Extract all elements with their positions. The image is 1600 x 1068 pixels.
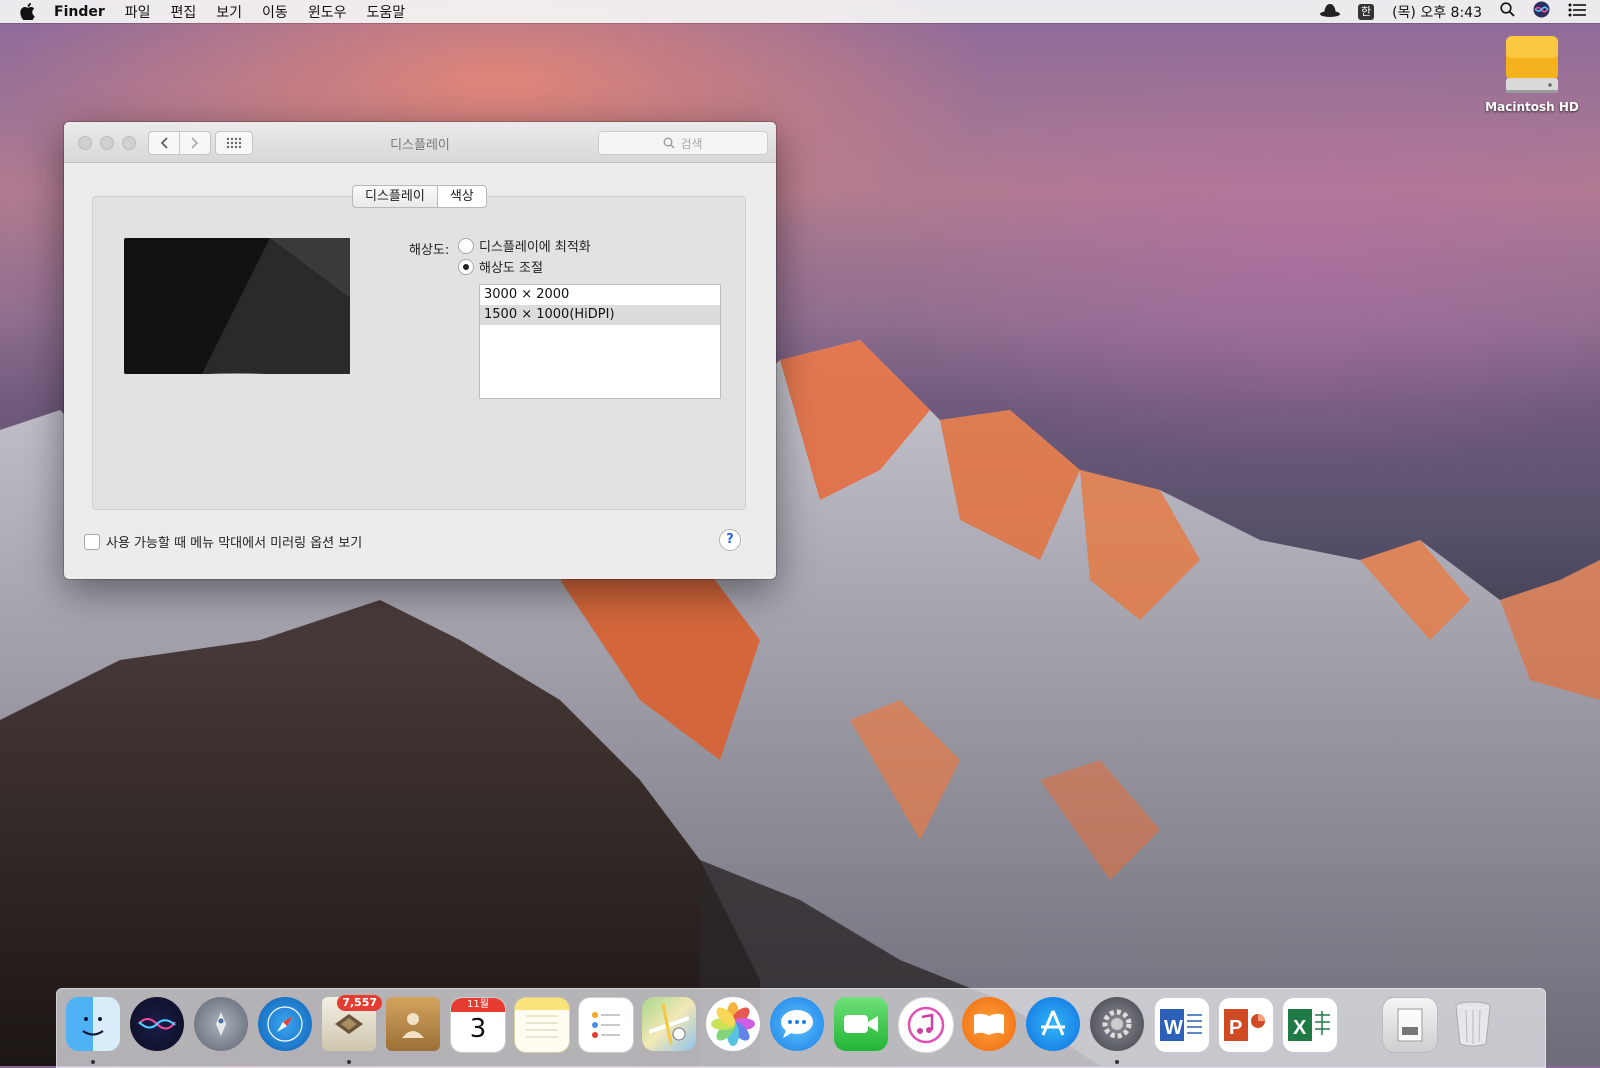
menu-view[interactable]: 보기 [216, 2, 242, 22]
siri-dock-icon[interactable] [130, 997, 184, 1051]
ibooks-icon[interactable] [962, 997, 1016, 1051]
facetime-icon[interactable] [834, 997, 888, 1051]
running-indicator [347, 1060, 351, 1064]
menu-bar: Finder 파일 편집 보기 이동 윈도우 도움말 한 (목) 오후 8:43 [0, 0, 1600, 23]
menu-file[interactable]: 파일 [125, 2, 151, 22]
calendar-day: 3 [469, 1014, 487, 1044]
word-icon[interactable]: W [1154, 997, 1210, 1053]
messages-icon[interactable] [770, 997, 824, 1051]
hard-drive-icon [1504, 34, 1560, 96]
trash-icon[interactable] [1446, 997, 1500, 1051]
calendar-icon[interactable]: 11월 3 [450, 997, 506, 1053]
spotlight-icon[interactable] [1500, 2, 1515, 21]
hat-status-icon[interactable] [1319, 3, 1340, 21]
svg-text:X: X [1293, 1017, 1307, 1039]
search-icon [664, 137, 675, 149]
input-method-indicator[interactable]: 한 [1357, 3, 1375, 20]
search-field[interactable]: 검색 [598, 131, 768, 155]
system-preferences-icon[interactable] [1090, 997, 1144, 1051]
safari-icon[interactable] [258, 997, 312, 1051]
resolution-item-selected[interactable]: 1500 × 1000(HiDPI) [480, 305, 720, 325]
siri-icon[interactable] [1533, 1, 1550, 22]
svg-text:P: P [1229, 1017, 1242, 1039]
monitor-image [124, 238, 350, 374]
mirroring-option[interactable]: 사용 가능할 때 메뉴 막대에서 미러링 옵션 보기 [84, 532, 362, 551]
dock: 7,557 11월 3 W P X [56, 988, 1546, 1068]
photos-icon[interactable] [706, 997, 760, 1051]
window-titlebar[interactable]: 디스플레이 검색 [64, 122, 776, 163]
running-indicator [1115, 1060, 1119, 1064]
mail-unread-badge: 7,557 [337, 995, 382, 1011]
app-store-icon[interactable] [1026, 997, 1080, 1051]
contacts-icon[interactable] [386, 997, 440, 1051]
desktop-icon-macintosh-hd[interactable]: Macintosh HD [1478, 34, 1586, 114]
svg-text:W: W [1164, 1017, 1183, 1039]
resolution-list[interactable]: 3000 × 2000 1500 × 1000(HiDPI) [479, 284, 721, 399]
downloads-stack-icon[interactable] [1382, 997, 1438, 1053]
menu-window[interactable]: 윈도우 [308, 2, 347, 22]
help-button[interactable]: ? [719, 529, 741, 551]
mail-icon[interactable]: 7,557 [322, 995, 382, 1051]
excel-icon[interactable]: X [1282, 997, 1338, 1053]
powerpoint-icon[interactable]: P [1218, 997, 1274, 1053]
option-optimized[interactable]: 디스플레이에 최적화 [458, 236, 591, 255]
radio-scaled[interactable] [458, 258, 474, 275]
calendar-month: 11월 [451, 998, 505, 1012]
resolution-item[interactable]: 3000 × 2000 [480, 285, 720, 305]
maps-icon[interactable] [642, 997, 696, 1051]
option-scaled-label: 해상도 조절 [479, 261, 543, 276]
mirroring-label: 사용 가능할 때 메뉴 막대에서 미러링 옵션 보기 [106, 536, 363, 551]
search-placeholder: 검색 [680, 136, 703, 151]
radio-optimized[interactable] [458, 237, 474, 254]
option-scaled[interactable]: 해상도 조절 [458, 257, 543, 276]
tab-bar: 디스플레이 색상 [352, 185, 487, 208]
desktop-icon-label: Macintosh HD [1485, 100, 1579, 114]
menu-edit[interactable]: 편집 [171, 2, 197, 22]
running-indicator [91, 1060, 95, 1064]
menu-help[interactable]: 도움말 [366, 2, 405, 22]
display-preferences-window: 디스플레이 검색 디스플레이 색상 해상도: 디스플레이에 최적화 해상도 조절… [64, 122, 776, 579]
mirroring-checkbox[interactable] [84, 533, 100, 550]
finder-icon[interactable] [66, 997, 120, 1051]
notification-center-icon[interactable] [1568, 3, 1586, 21]
launchpad-icon[interactable] [194, 997, 248, 1051]
option-optimized-label: 디스플레이에 최적화 [479, 240, 591, 255]
apple-menu-icon[interactable] [18, 3, 36, 21]
menu-go[interactable]: 이동 [262, 2, 288, 22]
tab-color[interactable]: 색상 [437, 185, 487, 208]
menu-app-finder[interactable]: Finder [54, 4, 105, 20]
reminders-icon[interactable] [578, 997, 634, 1053]
menubar-clock[interactable]: (목) 오후 8:43 [1392, 2, 1482, 22]
resolution-label: 해상도: [409, 243, 450, 258]
tab-display[interactable]: 디스플레이 [352, 185, 438, 208]
notes-icon[interactable] [514, 997, 570, 1053]
itunes-icon[interactable] [898, 997, 954, 1053]
